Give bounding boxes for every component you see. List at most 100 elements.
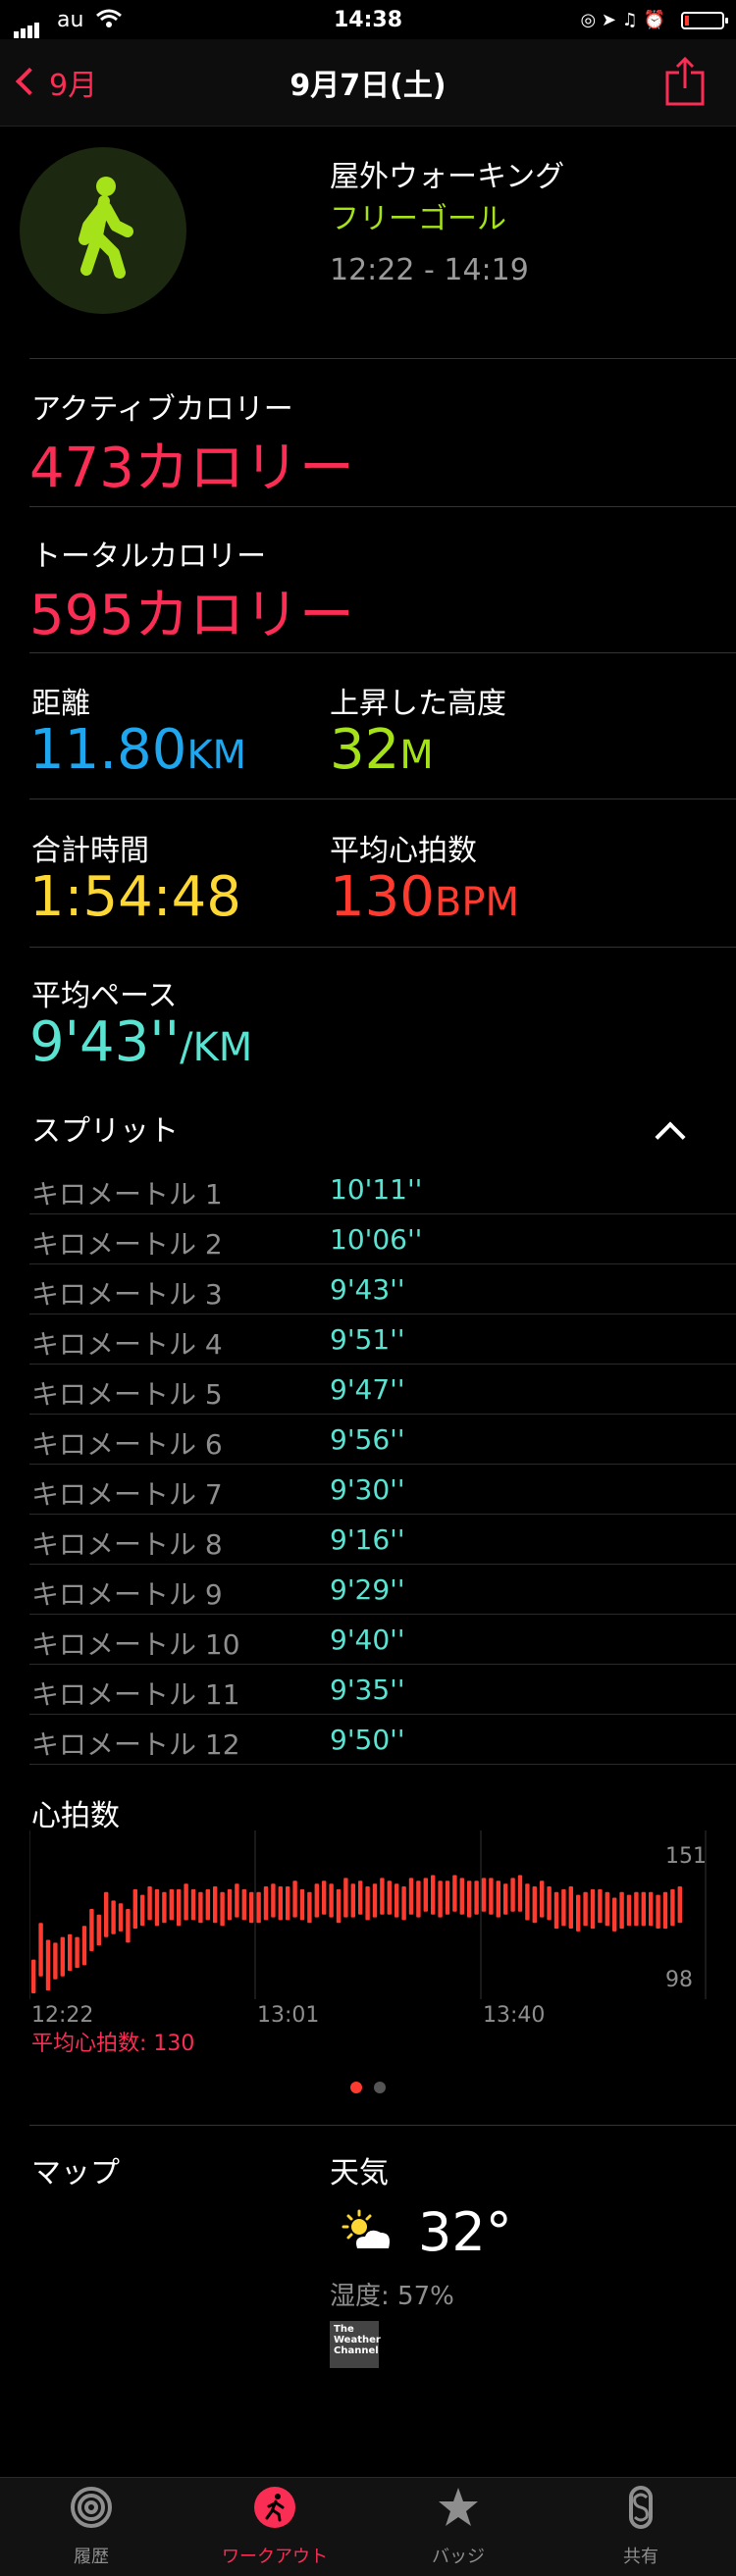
heart-rate-bar: [576, 1894, 581, 1932]
heart-rate-bar: [249, 1891, 254, 1924]
tab-awards[interactable]: バッジ: [380, 2478, 537, 2576]
status-bar: au 14:38 ◎ ➤ ♫ ⏰: [0, 0, 736, 39]
split-row: キロメートル 3 9'43'': [29, 1263, 736, 1314]
page-dot[interactable]: [374, 2082, 386, 2093]
split-label: キロメートル 6: [31, 1428, 223, 1461]
heart-rate-bar: [278, 1886, 283, 1921]
active-calories-label: アクティブカロリー: [31, 392, 293, 427]
y-tick-label: 98: [665, 1968, 693, 1992]
distance-value: 11.80KM: [29, 718, 246, 782]
heart-rate-bar: [358, 1880, 363, 1915]
heart-rate-bar: [626, 1894, 632, 1927]
page-indicator[interactable]: [0, 2079, 736, 2097]
split-label: キロメートル 3: [31, 1278, 223, 1311]
heart-rate-bar: [343, 1878, 348, 1918]
page-dot[interactable]: [350, 2082, 362, 2093]
heart-rate-bar: [271, 1883, 276, 1918]
status-indicator-icons: ◎ ➤ ♫ ⏰: [580, 10, 665, 30]
heart-rate-bar: [31, 1959, 36, 1993]
weather-humidity: 湿度: 57%: [330, 2282, 454, 2311]
split-label: キロメートル 4: [31, 1328, 223, 1361]
y-tick-label: 151: [665, 1844, 707, 1869]
heart-rate-bar: [431, 1875, 436, 1915]
heart-rate-bar: [540, 1880, 545, 1918]
heart-rate-bar: [517, 1875, 523, 1912]
weather-channel-logo: The Weather Channel: [330, 2321, 381, 2368]
tab-workouts-label: ワークアウト: [222, 2547, 328, 2567]
heart-rate-bar: [532, 1886, 537, 1924]
divider: [29, 947, 736, 948]
heart-rate-bar: [198, 1891, 203, 1924]
split-pace: 9'29'': [330, 1573, 405, 1606]
weather-temperature: 32°: [418, 2201, 512, 2263]
heart-rate-bar: [235, 1883, 239, 1918]
heart-rate-bar: [467, 1880, 472, 1918]
rings-icon: [71, 2487, 112, 2528]
heart-rate-bar: [590, 1888, 596, 1930]
heart-rate-bar: [496, 1880, 500, 1918]
split-pace: 9'40'': [330, 1623, 405, 1656]
avg-heart-rate-value: 130BPM: [330, 865, 519, 929]
split-pace: 9'43'': [330, 1273, 405, 1306]
heart-rate-bar: [525, 1883, 530, 1921]
heart-rate-bar: [241, 1888, 246, 1921]
x-tick-label: 13:40: [483, 2003, 546, 2028]
tab-workouts[interactable]: ワークアウト: [196, 2478, 353, 2576]
heart-rate-bar: [510, 1878, 515, 1912]
heart-rate-bar: [445, 1880, 450, 1915]
heart-rate-bar: [322, 1880, 327, 1915]
heart-rate-bar: [184, 1883, 188, 1921]
share-icon[interactable]: [665, 57, 705, 106]
heart-rate-bar: [329, 1883, 334, 1918]
active-calories-unit: カロリー: [133, 437, 354, 500]
heart-rate-bar: [553, 1891, 559, 1930]
distance-label: 距離: [31, 687, 90, 721]
heart-rate-bar: [286, 1886, 290, 1921]
battery-icon: [681, 12, 728, 29]
weather-title: 天気: [330, 2156, 389, 2190]
heart-rate-bar: [205, 1888, 210, 1921]
heart-rate-bar: [670, 1888, 675, 1927]
heart-rate-bar: [489, 1878, 494, 1915]
heart-rate-bar: [68, 1933, 73, 1972]
elevation-label: 上昇した高度: [330, 687, 506, 721]
tab-awards-label: バッジ: [432, 2547, 485, 2567]
split-row: キロメートル 11 9'35'': [29, 1664, 736, 1715]
map-title: マップ: [31, 2156, 120, 2190]
heart-rate-bar: [227, 1888, 233, 1921]
divider: [29, 2125, 736, 2126]
avg-pace-label: 平均ペース: [31, 979, 178, 1013]
split-row: キロメートル 8 9'16'': [29, 1514, 736, 1565]
avg-pace-number: 9'43'': [29, 1010, 181, 1074]
split-label: キロメートル 9: [31, 1578, 223, 1611]
tab-sharing-label: 共有: [623, 2547, 658, 2567]
heart-rate-bar: [220, 1891, 225, 1927]
chevron-up-icon[interactable]: [655, 1121, 686, 1153]
split-row: キロメートル 10 9'40'': [29, 1614, 736, 1665]
divider: [29, 506, 736, 507]
heart-rate-bar: [350, 1883, 355, 1918]
split-pace: 9'50'': [330, 1724, 405, 1756]
heart-rate-bar: [372, 1883, 378, 1918]
tab-bar: 履歴 ワークアウト バッジ 共有: [0, 2477, 736, 2576]
heart-rate-bar: [263, 1886, 269, 1921]
split-label: キロメートル 8: [31, 1528, 223, 1561]
heart-rate-bar: [299, 1888, 305, 1921]
tab-history[interactable]: 履歴: [13, 2478, 170, 2576]
heart-rate-bar: [132, 1888, 137, 1930]
avg-pace-unit: /KM: [180, 1025, 253, 1070]
split-pace: 9'35'': [330, 1674, 405, 1706]
avg-heart-rate-unit: BPM: [434, 880, 519, 925]
heart-rate-bar: [605, 1891, 609, 1927]
heart-rate-bar: [177, 1888, 182, 1927]
heart-rate-bar: [408, 1878, 414, 1915]
heart-rate-chart: [29, 1830, 707, 1999]
heart-rate-bar: [118, 1903, 124, 1932]
heart-rate-bar: [126, 1909, 131, 1943]
heart-rate-bar: [561, 1888, 566, 1927]
workout-goal: フリーゴール: [330, 202, 506, 236]
heart-rate-bar: [583, 1891, 588, 1927]
heart-rate-bar: [60, 1936, 65, 1977]
tab-sharing[interactable]: 共有: [562, 2478, 719, 2576]
heart-rate-bar: [140, 1894, 145, 1927]
